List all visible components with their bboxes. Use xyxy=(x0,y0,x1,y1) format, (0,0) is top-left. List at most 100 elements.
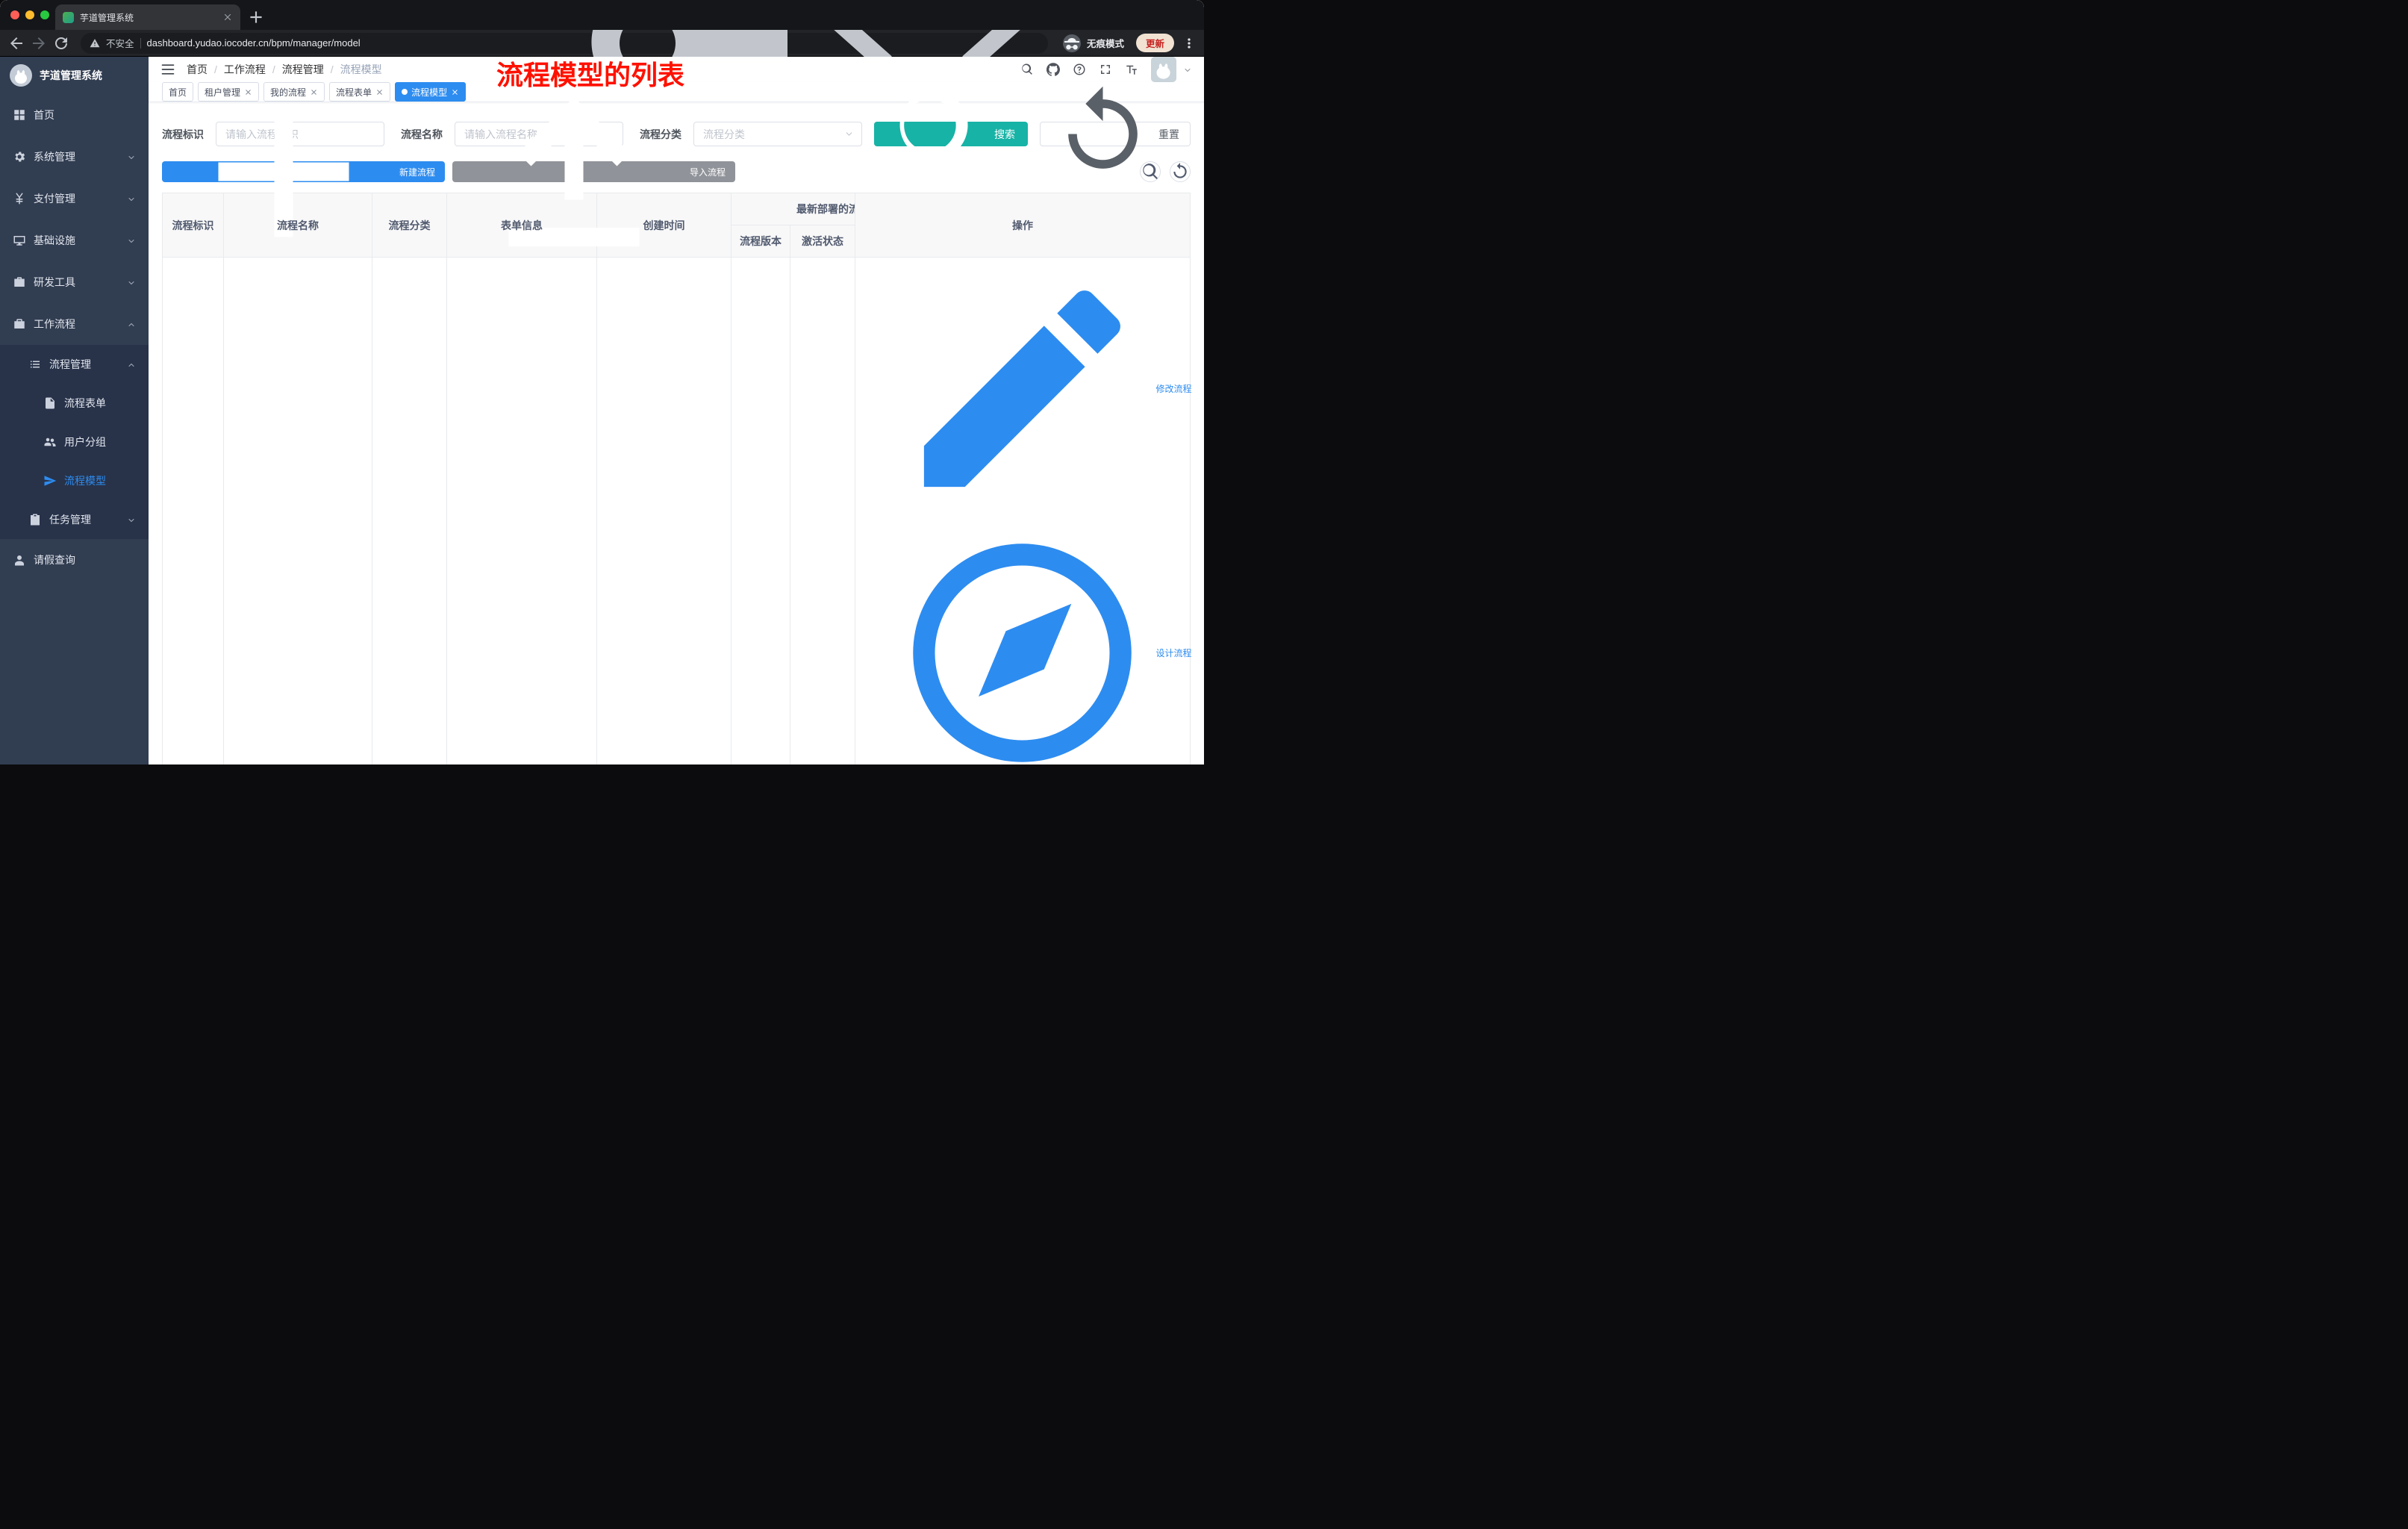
window-zoom-button[interactable] xyxy=(40,10,49,19)
user-avatar[interactable] xyxy=(1151,57,1176,82)
sidebar-item-user-group[interactable]: 用户分组 xyxy=(0,423,149,461)
sidebar-item-label: 研发工具 xyxy=(34,276,75,288)
dashboard-icon xyxy=(13,108,26,122)
search-button-label: 搜索 xyxy=(994,128,1015,140)
chevron-down-icon xyxy=(127,152,136,161)
column-header-active: 激活状态 xyxy=(790,225,855,258)
main-area: 流程模型的列表 首页 / 工作流程 / 流程管理 / 流程模型 首页 租户管理 … xyxy=(149,57,1204,764)
deploy-group-label: 最新部署的流程定义 xyxy=(796,203,855,215)
search-icon xyxy=(887,82,991,186)
table-body: eeeeeee默认biubiu2022-01-20 13:08:31v17修改流… xyxy=(162,256,1192,764)
sidebar: 芋道管理系统 首页 系统管理 支付管理 基础设施 研发工具 工作流程 流程管理 … xyxy=(0,57,149,764)
sidebar-item-label: 流程表单 xyxy=(64,397,106,409)
import-button-label: 导入流程 xyxy=(690,166,726,178)
sidebar-item-label: 支付管理 xyxy=(34,193,75,205)
sidebar-item-label: 任务管理 xyxy=(49,514,91,526)
sidebar-item-label: 工作流程 xyxy=(34,318,75,330)
cell-operations: 修改流程设计流程分配规则发布流程流程定义删除 xyxy=(855,256,1192,764)
toggle-search-button[interactable] xyxy=(1140,161,1161,182)
sidebar-item-label: 流程模型 xyxy=(64,475,106,487)
cell-created-time: 2022-01-20 13:08:31 xyxy=(596,256,732,764)
table-row: eeeeeee默认biubiu2022-01-20 13:08:31v17修改流… xyxy=(162,256,1192,764)
column-group-deploy: 最新部署的流程定义 xyxy=(731,193,855,225)
sidebar-item-infrastructure[interactable]: 基础设施 xyxy=(0,219,149,261)
process-name-label: 流程名称 xyxy=(401,128,443,140)
column-header-version: 流程版本 xyxy=(731,225,790,258)
clipboard-icon xyxy=(28,513,42,526)
sidebar-item-payment[interactable]: 支付管理 xyxy=(0,178,149,219)
select-placeholder: 流程分类 xyxy=(703,128,745,140)
sidebar-logo[interactable]: 芋道管理系统 xyxy=(0,57,149,94)
browser-window: 芋道管理系统 不安全 dashboard.yudao.iocoder.cn/bp… xyxy=(0,0,1204,764)
chevron-up-icon xyxy=(127,360,136,369)
tab-close-icon[interactable] xyxy=(222,12,233,22)
browser-tab[interactable]: 芋道管理系统 xyxy=(55,4,240,30)
list-icon xyxy=(28,358,42,371)
chevron-up-icon xyxy=(127,320,136,328)
sidebar-item-label: 请假查询 xyxy=(34,554,75,566)
security-label[interactable]: 不安全 xyxy=(106,36,134,50)
sidebar-item-label: 首页 xyxy=(34,109,54,121)
sidebar-item-label: 系统管理 xyxy=(34,151,75,163)
tab-title: 芋道管理系统 xyxy=(80,12,134,23)
fullscreen-icon[interactable] xyxy=(1099,63,1112,76)
toolbox-icon xyxy=(13,275,26,289)
browser-toolbar: 不安全 dashboard.yudao.iocoder.cn/bpm/manag… xyxy=(0,0,1204,137)
logo-avatar xyxy=(10,64,32,87)
sidebar-item-devtools[interactable]: 研发工具 xyxy=(0,261,149,303)
text-size-icon[interactable] xyxy=(1125,63,1138,76)
active-tag-dot xyxy=(402,89,408,95)
action-edit-link[interactable]: 修改流程 xyxy=(891,258,1192,520)
chevron-down-icon xyxy=(127,194,136,203)
refresh-table-button[interactable] xyxy=(1170,161,1191,182)
sidebar-item-home[interactable]: 首页 xyxy=(0,94,149,136)
tag-process-model[interactable]: 流程模型 xyxy=(395,82,467,102)
table-toolbar: 新建流程 导入流程 xyxy=(162,97,1191,246)
sidebar-item-system[interactable]: 系统管理 xyxy=(0,136,149,178)
app-title: 芋道管理系统 xyxy=(40,69,102,81)
sidebar-item-workflow[interactable]: 工作流程 xyxy=(0,303,149,345)
window-close-button[interactable] xyxy=(10,10,19,19)
sidebar-item-process-model[interactable]: 流程模型 xyxy=(0,461,149,500)
incognito-indicator: 无痕模式 xyxy=(1062,34,1124,52)
chevron-down-icon xyxy=(127,515,136,524)
process-category-select[interactable]: 流程分类 xyxy=(693,122,862,146)
paper-plane-icon xyxy=(43,474,57,488)
navbar-actions xyxy=(1020,57,1192,82)
forward-button[interactable] xyxy=(30,34,48,52)
chevron-down-icon xyxy=(844,129,854,139)
app-frame: 芋道管理系统 首页 系统管理 支付管理 基础设施 研发工具 工作流程 流程管理 … xyxy=(0,57,1204,764)
action-design-link[interactable]: 设计流程 xyxy=(891,522,1192,764)
browser-tab-strip: 芋道管理系统 xyxy=(0,0,1204,30)
create-process-button[interactable]: 新建流程 xyxy=(162,106,446,237)
url-text[interactable]: dashboard.yudao.iocoder.cn/bpm/manager/m… xyxy=(147,37,576,49)
close-icon[interactable] xyxy=(451,88,459,96)
update-button[interactable]: 更新 xyxy=(1135,34,1174,52)
window-minimize-button[interactable] xyxy=(25,10,34,19)
sidebar-item-process-form[interactable]: 流程表单 xyxy=(0,384,149,423)
sidebar-item-task-management[interactable]: 任务管理 xyxy=(0,500,149,539)
create-button-label: 新建流程 xyxy=(399,166,436,178)
sidebar-item-leave-query[interactable]: 请假查询 xyxy=(0,539,149,581)
browser-menu-icon[interactable] xyxy=(1182,34,1197,52)
github-icon[interactable] xyxy=(1047,63,1060,76)
upload-icon xyxy=(462,60,686,284)
back-button[interactable] xyxy=(7,34,25,52)
reset-button[interactable]: 重置 xyxy=(1040,86,1191,169)
cell-process-id: eee xyxy=(162,256,224,764)
yen-icon xyxy=(13,192,26,205)
sidebar-item-process-management[interactable]: 流程管理 xyxy=(0,345,149,384)
reload-button[interactable] xyxy=(52,34,70,52)
incognito-label: 无痕模式 xyxy=(1086,39,1124,49)
header-search-icon[interactable] xyxy=(1020,63,1034,76)
search-button[interactable]: 搜索 xyxy=(874,90,1028,174)
import-process-button[interactable]: 导入流程 xyxy=(452,97,736,246)
sidebar-item-label: 流程管理 xyxy=(49,358,91,370)
avatar-caret-icon[interactable] xyxy=(1183,65,1192,74)
chevron-down-icon xyxy=(127,278,136,287)
new-tab-button[interactable] xyxy=(246,7,266,27)
document-icon xyxy=(43,396,57,410)
address-bar[interactable]: 不安全 dashboard.yudao.iocoder.cn/bpm/manag… xyxy=(81,0,1048,137)
help-icon[interactable] xyxy=(1073,63,1086,76)
cell-category: 默认 xyxy=(372,256,447,764)
